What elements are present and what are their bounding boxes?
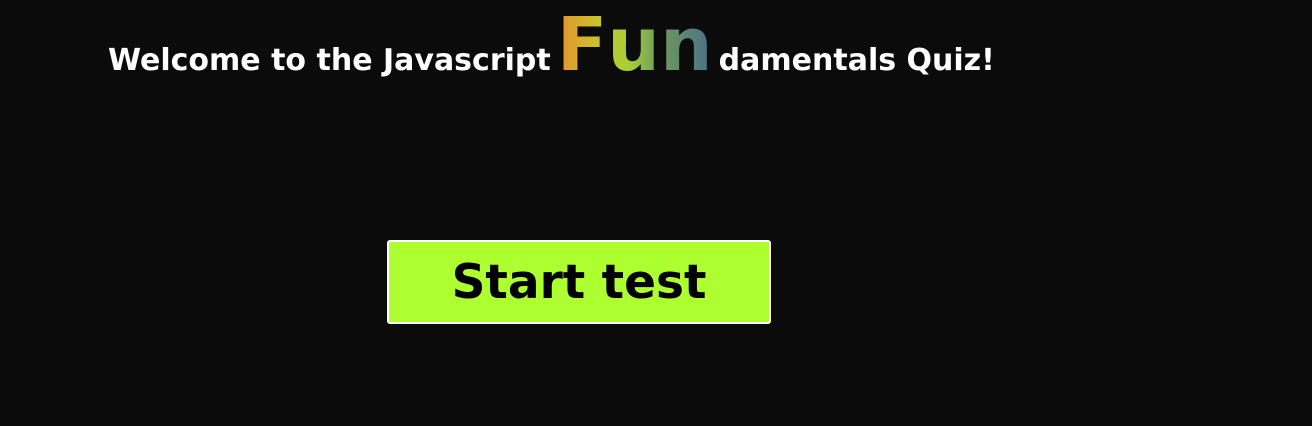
fun-letter-f: F bbox=[556, 2, 608, 88]
fun-letter-u: u bbox=[607, 2, 660, 88]
start-test-button[interactable]: Start test bbox=[387, 240, 771, 324]
title-prefix: Welcome to the Javascript bbox=[108, 43, 551, 78]
title-suffix: damentals Quiz! bbox=[718, 43, 995, 78]
fun-letter-n: n bbox=[659, 2, 713, 88]
quiz-title: Welcome to the Javascript F u n damental… bbox=[108, 6, 995, 84]
fun-wordmark: F u n bbox=[557, 6, 713, 84]
